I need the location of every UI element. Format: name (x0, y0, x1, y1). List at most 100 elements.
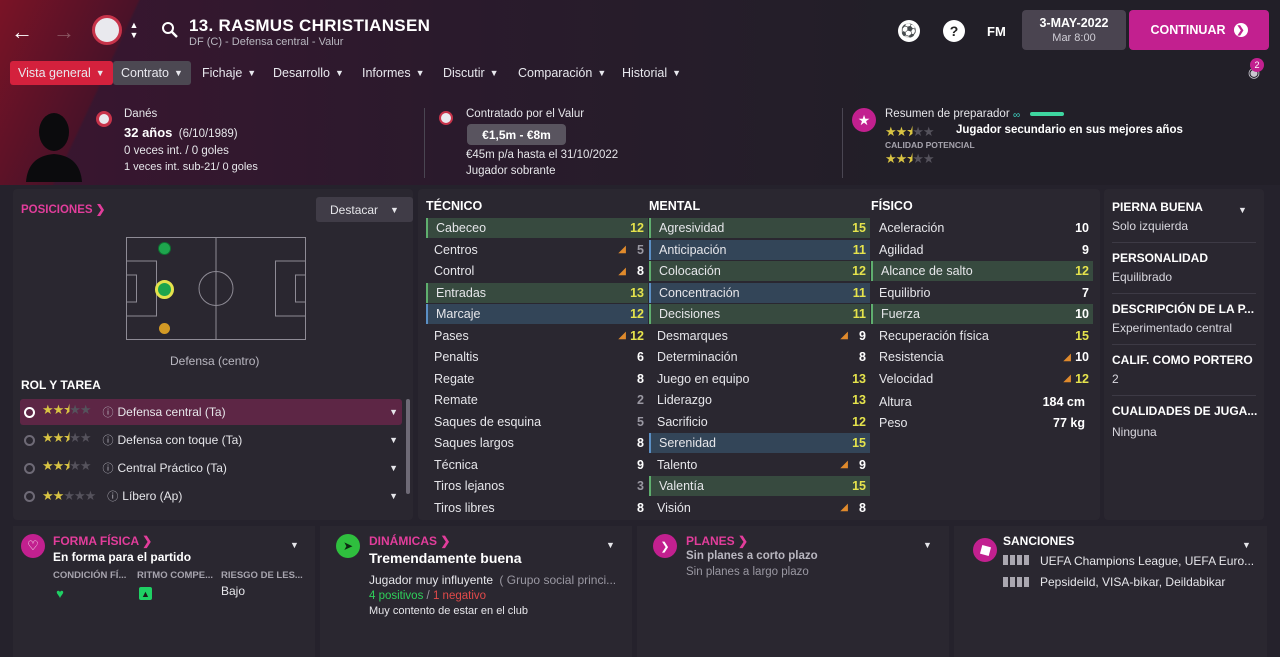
height-row: Altura 184 cm (871, 392, 1093, 412)
tab-comparacion[interactable]: Comparación ▼ (510, 61, 614, 85)
attribute-value: 11 (852, 285, 866, 300)
tab-discutir[interactable]: Discutir ▼ (435, 61, 507, 85)
nation-flag-icon (96, 111, 112, 127)
attribute-value: 6 (637, 350, 644, 364)
attribute-row[interactable]: Control ◢ 8 (426, 261, 648, 281)
attribute-row[interactable]: Determinación 8 (649, 347, 870, 367)
attribute-row[interactable]: Desmarques ◢ 9 (649, 326, 870, 346)
attribute-row[interactable]: Regate 8 (426, 369, 648, 389)
attribute-value: 13 (852, 393, 866, 407)
continue-button[interactable]: CONTINUAR ❯ (1129, 10, 1269, 50)
attribute-name: Resistencia (879, 350, 944, 364)
attribute-row[interactable]: Equilibrio 7 (871, 283, 1093, 303)
chevron-down-icon[interactable]: ▼ (389, 463, 398, 473)
attribute-value: 9 (859, 457, 866, 472)
player-switch-icon[interactable]: ▲ ▼ (127, 16, 141, 44)
attribute-name: Valentía (659, 479, 704, 493)
sanctions-title: SANCIONES (1003, 534, 1075, 548)
plans-title[interactable]: PLANES ❯ (686, 534, 748, 548)
attribute-row[interactable]: Pases ◢ 12 (426, 326, 648, 346)
attribute-row[interactable]: Talento ◢ 9 (649, 455, 870, 475)
long-term-plans: Sin planes a largo plazo (686, 566, 809, 578)
fitness-title[interactable]: FORMA FÍSICA ❯ (53, 534, 152, 548)
role-stars: ★★⯨★★ (42, 458, 92, 473)
fitness-title-text: FORMA FÍSICA (53, 534, 139, 548)
attribute-row[interactable]: Colocación 12 (649, 261, 870, 281)
date-box[interactable]: 3-MAY-2022 Mar 8:00 (1022, 10, 1126, 50)
attribute-row[interactable]: Fuerza 10 (871, 304, 1093, 324)
sanction-bars-icon (1003, 577, 1029, 587)
attribute-row[interactable]: Juego en equipo 13 (649, 369, 870, 389)
chevron-down-icon[interactable]: ▼ (290, 540, 299, 550)
value-range-badge[interactable]: €1,5m - €8m (467, 124, 566, 145)
attribute-row[interactable]: Marcaje 12 (426, 304, 648, 324)
attribute-row[interactable]: Concentración 11 (649, 282, 870, 303)
notification-count-badge: 2 (1250, 58, 1264, 72)
role-row[interactable]: ★★⯨★★ ⓘ Central Práctico (Ta) ▼ (20, 455, 402, 481)
chevron-down-icon[interactable]: ▼ (923, 540, 932, 550)
tab-informes[interactable]: Informes ▼ (354, 61, 433, 85)
attribute-row[interactable]: Visión ◢ 8 (649, 498, 870, 518)
attribute-row[interactable]: Tiros lejanos 3 (426, 476, 648, 496)
chevron-down-icon[interactable]: ▼ (389, 491, 398, 501)
role-row[interactable]: ★★⯨★★ ⓘ Defensa con toque (Ta) ▼ (20, 427, 402, 453)
roles-scrollbar[interactable] (406, 399, 410, 494)
attribute-name: Colocación (659, 264, 721, 278)
tab-fichaje[interactable]: Fichaje ▼ (194, 61, 264, 85)
attribute-row[interactable]: Liderazgo 13 (649, 390, 870, 410)
nationality: Danés (124, 108, 158, 120)
attribute-row[interactable]: Entradas 13 (426, 282, 648, 303)
tab-vista-general[interactable]: Vista general ▼ (10, 61, 113, 85)
attribute-row[interactable]: Centros ◢ 5 (426, 240, 648, 260)
tab-contrato[interactable]: Contrato ▼ (113, 61, 191, 85)
attribute-name: Control (434, 264, 475, 278)
back-arrow-icon[interactable]: ← (10, 19, 34, 44)
role-row[interactable]: ★★⯨★★ ⓘ Defensa central (Ta) ▼ (20, 399, 402, 425)
attribute-row[interactable]: Remate 2 (426, 390, 648, 410)
chevron-down-icon[interactable]: ▼ (606, 540, 615, 550)
attribute-row[interactable]: Agresividad 15 (649, 218, 870, 238)
role-row[interactable]: ★★★★★ ⓘ Líbero (Ap) ▼ (20, 483, 402, 509)
chevron-down-icon[interactable]: ▼ (1242, 540, 1251, 550)
attribute-row[interactable]: Decisiones 11 (649, 304, 870, 324)
highlight-dropdown[interactable]: Destacar ▼ (316, 197, 413, 222)
radio-icon (24, 490, 35, 502)
tab-desarrollo[interactable]: Desarrollo ▼ (265, 61, 352, 85)
height-label: Altura (879, 395, 912, 409)
attribute-row[interactable]: Saques largos 8 (426, 433, 648, 453)
attribute-value: 11 (852, 307, 866, 321)
attribute-name: Desmarques (657, 328, 728, 343)
dynamics-title[interactable]: DINÁMICAS ❯ (369, 534, 450, 548)
attribute-row[interactable]: Velocidad ◢ 12 (871, 369, 1093, 389)
attribute-row[interactable]: Serenidad 15 (649, 433, 870, 453)
attribute-row[interactable]: Penaltis 6 (426, 347, 648, 367)
attribute-row[interactable]: Agilidad 9 (871, 240, 1093, 260)
chevron-down-icon[interactable]: ▼ (1238, 205, 1247, 215)
search-icon[interactable] (160, 20, 180, 40)
ball-icon[interactable]: ⚽ (898, 20, 920, 42)
attribute-row[interactable]: Saques de esquina 5 (426, 412, 648, 432)
attribute-row[interactable]: Técnica 9 (426, 455, 648, 475)
attribute-row[interactable]: Cabeceo 12 (426, 218, 648, 238)
tab-historial[interactable]: Historial ▼ (614, 61, 689, 85)
attribute-row[interactable]: Aceleración 10 (871, 218, 1093, 238)
chevron-down-icon[interactable]: ▼ (389, 435, 398, 445)
attribute-row[interactable]: Alcance de salto 12 (871, 261, 1093, 281)
negative-relations: 1 negativo (432, 590, 487, 602)
attribute-row[interactable]: Tiros libres 8 (426, 498, 648, 518)
forward-arrow-icon[interactable]: → (52, 19, 76, 44)
attribute-row[interactable]: Sacrificio 12 (649, 412, 870, 432)
club-badge-icon[interactable] (92, 15, 122, 45)
help-icon[interactable]: ? (943, 20, 965, 42)
attribute-row[interactable]: Anticipación 11 (649, 239, 870, 260)
attribute-row[interactable]: Recuperación física 15 (871, 326, 1093, 346)
fm-menu-button[interactable]: FM (987, 24, 1006, 39)
attribute-value: 9 (859, 328, 866, 343)
chevron-down-icon[interactable]: ▼ (389, 407, 398, 417)
contract-wage: €45m p/a hasta el 31/10/2022 (466, 149, 619, 161)
attribute-row[interactable]: Valentía 15 (649, 476, 870, 496)
attribute-row[interactable]: Resistencia ◢ 10 (871, 347, 1093, 367)
coach-report-title: Resumen de preparador (885, 108, 1010, 120)
dynamics-icon: ➤ (336, 534, 360, 558)
positions-title[interactable]: POSICIONES ❯ (21, 202, 105, 216)
